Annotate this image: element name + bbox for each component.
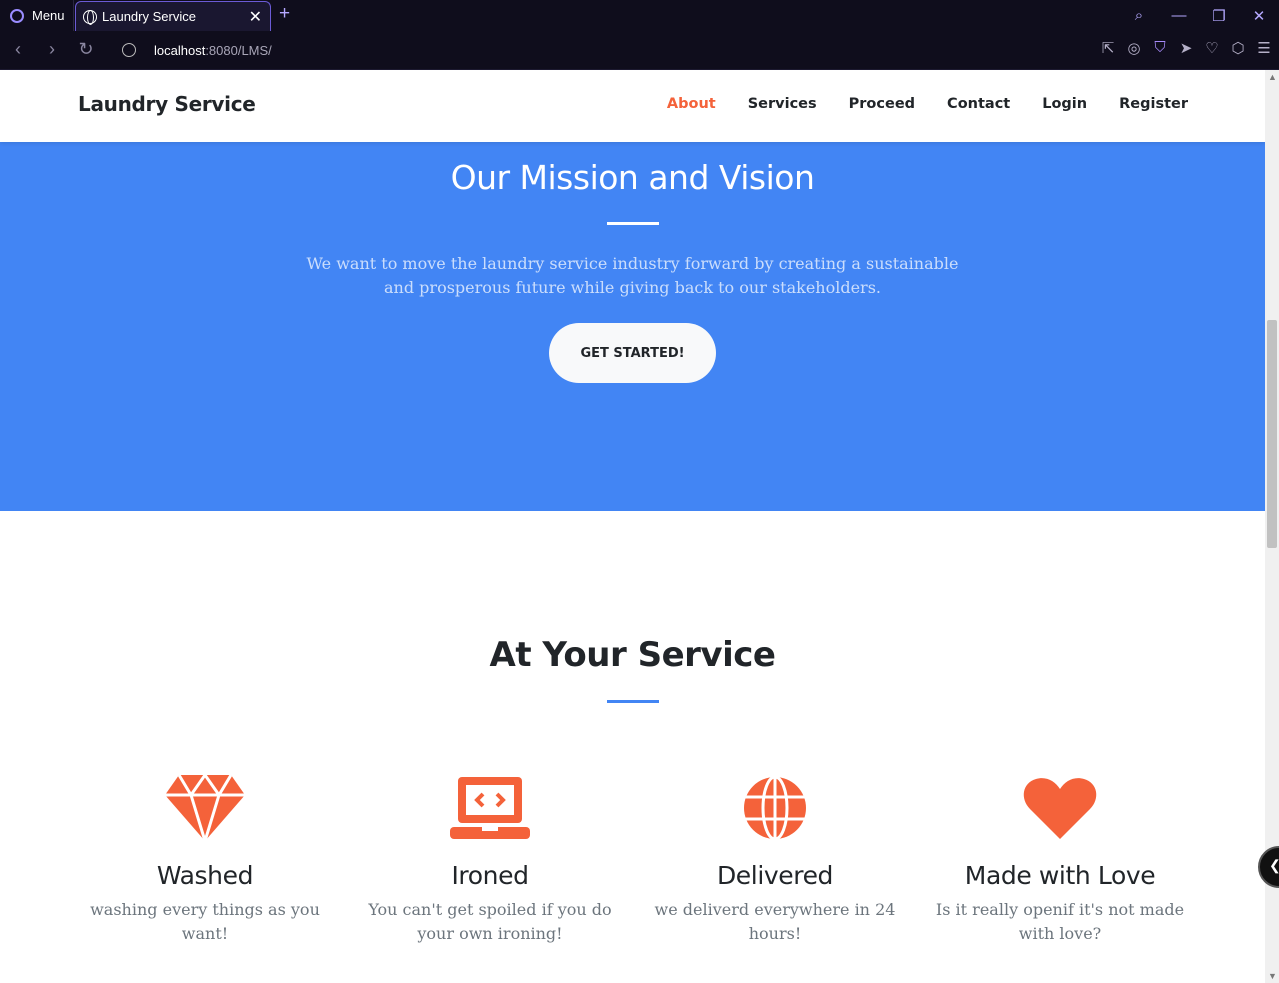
brand-logo[interactable]: Laundry Service	[78, 92, 256, 116]
service-text: You can't get spoiled if you do your own…	[368, 900, 612, 943]
site-info-icon[interactable]	[122, 43, 136, 57]
mission-text: We want to move the laundry service indu…	[306, 254, 959, 297]
tab-close-icon[interactable]: ✕	[249, 7, 262, 27]
service-text: washing every things as you want!	[90, 900, 320, 943]
toolbar-icons: ⇱ ◎ ⛉ ➤ ♡ ⬡ ☰	[1099, 39, 1273, 57]
get-started-button[interactable]: GET STARTED!	[549, 323, 716, 383]
browser-tabbar: Menu Laundry Service ✕ + ⌕ — ❐ ✕	[0, 0, 1279, 31]
service-card-washed: Washed washing every things as you want!	[80, 775, 330, 946]
nav-register[interactable]: Register	[1119, 96, 1188, 112]
window-controls: ⌕ — ❐ ✕	[1119, 0, 1279, 31]
url-field[interactable]: localhost:8080/LMS/	[154, 43, 272, 58]
scroll-down-icon[interactable]: ▼	[1268, 971, 1277, 981]
camera-icon[interactable]: ◎	[1125, 39, 1143, 57]
services-title: At Your Service	[489, 635, 776, 675]
nav-contact[interactable]: Contact	[947, 96, 1010, 112]
nav-services[interactable]: Services	[748, 96, 817, 112]
site-navbar: Laundry Service About Services Proceed C…	[0, 70, 1265, 142]
service-text: Is it really openif it's not made with l…	[935, 900, 1185, 943]
close-window-icon[interactable]: ✕	[1239, 7, 1279, 25]
minimize-icon[interactable]: —	[1159, 7, 1199, 24]
page-viewport: Laundry Service About Services Proceed C…	[0, 70, 1265, 983]
url-path: :8080/LMS/	[205, 43, 272, 58]
scrollbar-thumb[interactable]	[1267, 320, 1277, 548]
mission-divider	[607, 222, 659, 225]
chevron-left-icon: ❮	[1269, 857, 1279, 874]
search-tabs-icon[interactable]: ⌕	[1119, 7, 1159, 24]
extensions-cube-icon[interactable]: ⬡	[1229, 39, 1247, 57]
nav-links: About Services Proceed Contact Login Reg…	[667, 96, 1188, 112]
service-card-love: Made with Love Is it really openif it's …	[935, 775, 1185, 946]
back-icon[interactable]: ‹	[8, 39, 28, 60]
mission-title: Our Mission and Vision	[450, 158, 815, 197]
services-divider	[607, 700, 659, 703]
mission-section: Our Mission and Vision We want to move t…	[0, 142, 1265, 511]
gem-icon	[165, 775, 245, 841]
navigation-buttons: ‹ › ↻	[8, 39, 96, 60]
nav-about[interactable]: About	[667, 96, 716, 112]
new-tab-icon[interactable]: +	[279, 3, 290, 25]
globe-icon	[744, 775, 806, 841]
nav-proceed[interactable]: Proceed	[849, 96, 915, 112]
share-icon[interactable]: ⇱	[1099, 39, 1117, 57]
opera-logo-icon	[10, 8, 24, 23]
service-title: Made with Love	[964, 861, 1156, 890]
browser-menu-label: Menu	[32, 8, 65, 23]
easy-setup-icon[interactable]: ☰	[1255, 39, 1273, 57]
service-title: Delivered	[716, 861, 834, 890]
tab-title: Laundry Service	[102, 9, 196, 24]
send-icon[interactable]: ➤	[1177, 39, 1195, 57]
browser-tab[interactable]: Laundry Service ✕	[75, 1, 271, 31]
tab-globe-icon	[83, 9, 97, 25]
service-card-ironed: Ironed You can't get spoiled if you do y…	[365, 775, 615, 946]
reload-icon[interactable]: ↻	[76, 39, 96, 60]
heart-icon	[1023, 778, 1097, 839]
nav-login[interactable]: Login	[1042, 96, 1087, 112]
vpn-shield-icon[interactable]: ⛉	[1151, 39, 1169, 57]
service-title: Ironed	[451, 861, 529, 890]
address-bar: ‹ › ↻ localhost:8080/LMS/ ⇱ ◎ ⛉ ➤ ♡ ⬡ ☰	[0, 31, 1279, 70]
restore-icon[interactable]: ❐	[1199, 7, 1239, 25]
url-host: localhost	[154, 43, 206, 58]
laptop-code-icon	[450, 777, 530, 839]
service-card-delivered: Delivered we deliverd everywhere in 24 h…	[650, 775, 900, 946]
scroll-up-icon[interactable]: ▲	[1268, 72, 1277, 82]
service-text: we deliverd everywhere in 24 hours!	[654, 900, 896, 943]
service-title: Washed	[156, 861, 254, 890]
heart-bookmark-icon[interactable]: ♡	[1203, 39, 1221, 57]
browser-menu-button[interactable]: Menu	[0, 0, 74, 31]
forward-icon[interactable]: ›	[42, 39, 62, 60]
